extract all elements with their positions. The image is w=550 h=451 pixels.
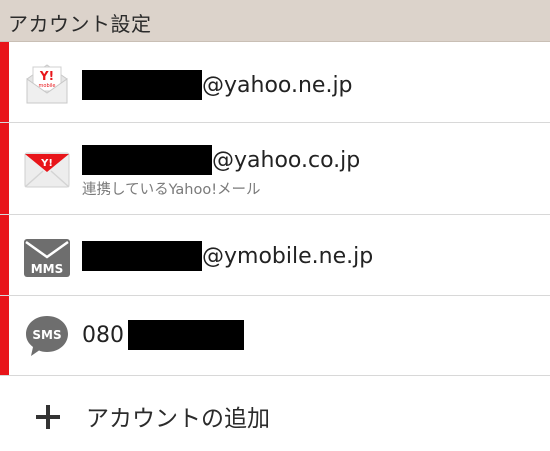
settings-header: アカウント設定 [0, 0, 550, 42]
svg-text:SMS: SMS [32, 328, 61, 342]
account-email: @yahoo.ne.jp [82, 70, 353, 100]
email-domain: @ymobile.ne.jp [202, 243, 374, 269]
account-row-sms[interactable]: SMS 080 [0, 296, 550, 376]
svg-text:mobile: mobile [39, 83, 56, 89]
add-account-label: アカウントの追加 [86, 406, 270, 432]
account-row-yahoo-ne-jp[interactable]: Y! mobile @yahoo.ne.jp [0, 42, 550, 123]
redacted-phone-digits [128, 320, 244, 350]
account-row-ymobile-ne-jp[interactable]: MMS @ymobile.ne.jp [0, 215, 550, 296]
account-email: @yahoo.co.jp [82, 145, 360, 175]
phone-prefix: 080 [82, 322, 124, 348]
email-domain: @yahoo.co.jp [212, 147, 361, 173]
account-description: 連携しているYahoo!メール [82, 182, 261, 198]
svg-text:Y!: Y! [39, 69, 54, 83]
redacted-username [82, 145, 212, 175]
page-title: アカウント設定 [8, 12, 152, 36]
yahoo-mail-icon: Y! [24, 152, 70, 188]
mms-icon: MMS [24, 239, 70, 277]
redacted-username [82, 70, 202, 100]
account-email: @ymobile.ne.jp [82, 241, 373, 271]
redacted-username [82, 241, 202, 271]
yahoo-mobile-mail-icon: Y! mobile [26, 64, 68, 104]
sms-icon: SMS [26, 316, 68, 356]
plus-icon [36, 405, 60, 429]
account-accent-bar [0, 123, 9, 214]
account-accent-bar [0, 296, 9, 375]
svg-text:Y!: Y! [40, 158, 53, 169]
email-domain: @yahoo.ne.jp [202, 72, 353, 98]
account-accent-bar [0, 42, 9, 122]
account-accent-bar [0, 215, 9, 295]
svg-text:MMS: MMS [31, 262, 64, 276]
account-row-yahoo-co-jp[interactable]: Y! @yahoo.co.jp 連携しているYahoo!メール [0, 123, 550, 215]
account-phone-number: 080 [82, 320, 244, 350]
add-account-button[interactable] [0, 376, 550, 451]
